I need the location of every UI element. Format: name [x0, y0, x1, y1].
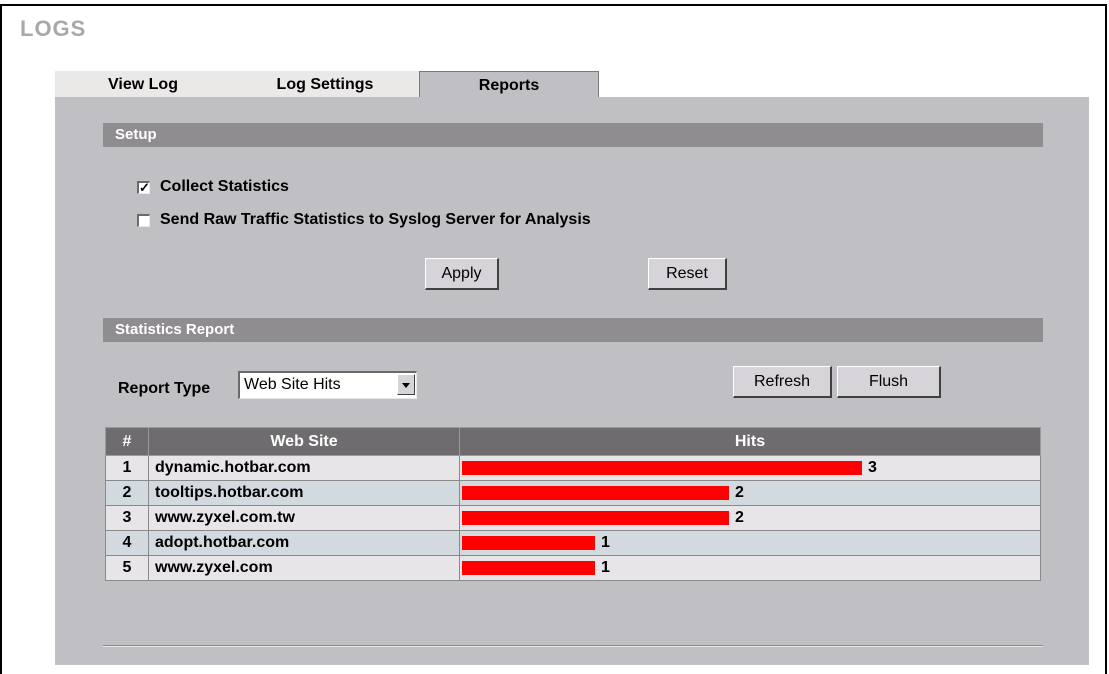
web-site-cell: www.zyxel.com.tw	[148, 505, 460, 531]
table-row: 2 tooltips.hotbar.com 2	[105, 480, 1041, 506]
table-row: 1 dynamic.hotbar.com 3	[105, 455, 1041, 481]
column-header-web-site: Web Site	[148, 427, 460, 456]
table-row: 4 adopt.hotbar.com 1	[105, 530, 1041, 556]
hits-bar	[462, 560, 595, 575]
tab-label: Log Settings	[276, 76, 374, 93]
hits-cell: 3	[459, 455, 1041, 481]
report-type-select[interactable]: Web Site Hits	[238, 371, 417, 399]
refresh-button[interactable]: Refresh	[733, 366, 832, 398]
send-raw-label: Send Raw Traffic Statistics to Syslog Se…	[160, 211, 591, 228]
tab-reports[interactable]: Reports	[419, 71, 599, 98]
row-number: 3	[105, 505, 149, 531]
table-body: 1 dynamic.hotbar.com 3 2 tooltips.hotbar.com…	[105, 455, 1041, 581]
tab-label: Reports	[478, 77, 540, 94]
table-header-row: # Web Site Hits	[105, 427, 1041, 456]
hits-bar	[462, 535, 595, 550]
row-number: 4	[105, 530, 149, 556]
hits-cell: 2	[459, 480, 1041, 506]
collect-statistics-checkbox[interactable]: ✓	[137, 179, 150, 195]
collect-statistics-row: ✓ Collect Statistics	[137, 176, 289, 198]
divider	[103, 645, 1043, 647]
flush-button[interactable]: Flush	[837, 366, 941, 398]
table-row: 3 www.zyxel.com.tw 2	[105, 505, 1041, 531]
hits-bar	[462, 460, 862, 475]
collect-statistics-label: Collect Statistics	[160, 178, 289, 195]
statistics-table: # Web Site Hits 1 dynamic.hotbar.com 3 2 too…	[105, 427, 1041, 581]
web-site-cell: www.zyxel.com	[148, 555, 460, 581]
report-type-value: Web Site Hits	[244, 376, 341, 393]
column-header-number: #	[105, 427, 149, 456]
row-number: 2	[105, 480, 149, 506]
page-title: LOGS	[20, 16, 87, 41]
hits-bar	[462, 510, 729, 525]
hits-cell: 1	[459, 555, 1041, 581]
web-site-cell: tooltips.hotbar.com	[148, 480, 460, 506]
row-number: 5	[105, 555, 149, 581]
hits-cell: 2	[459, 505, 1041, 531]
table-row: 5 www.zyxel.com 1	[105, 555, 1041, 581]
row-number: 1	[105, 455, 149, 481]
column-header-hits: Hits	[459, 427, 1041, 456]
hits-value: 1	[601, 533, 610, 551]
reset-button[interactable]: Reset	[648, 258, 727, 290]
hits-bar	[462, 485, 729, 500]
hits-value: 3	[868, 458, 877, 476]
web-site-cell: dynamic.hotbar.com	[148, 455, 460, 481]
tab-log-settings[interactable]: Log Settings	[231, 71, 419, 98]
setup-heading: Setup	[103, 123, 1043, 147]
report-type-label: Report Type	[118, 380, 211, 397]
apply-button[interactable]: Apply	[425, 258, 499, 290]
tab-label: View Log	[108, 76, 178, 93]
hits-value: 2	[735, 483, 744, 501]
statistics-report-heading: Statistics Report	[103, 318, 1043, 342]
hits-value: 2	[735, 508, 744, 526]
web-site-cell: adopt.hotbar.com	[148, 530, 460, 556]
send-raw-checkbox[interactable]	[137, 213, 150, 227]
tab-view-log[interactable]: View Log	[55, 71, 231, 98]
send-raw-row: Send Raw Traffic Statistics to Syslog Se…	[137, 209, 591, 231]
hits-value: 1	[601, 558, 610, 576]
chevron-down-icon[interactable]	[397, 374, 415, 395]
reports-panel: Setup ✓ Collect Statistics Send Raw Traf…	[55, 97, 1089, 665]
check-mark-icon: ✓	[139, 179, 150, 195]
hits-cell: 1	[459, 530, 1041, 556]
